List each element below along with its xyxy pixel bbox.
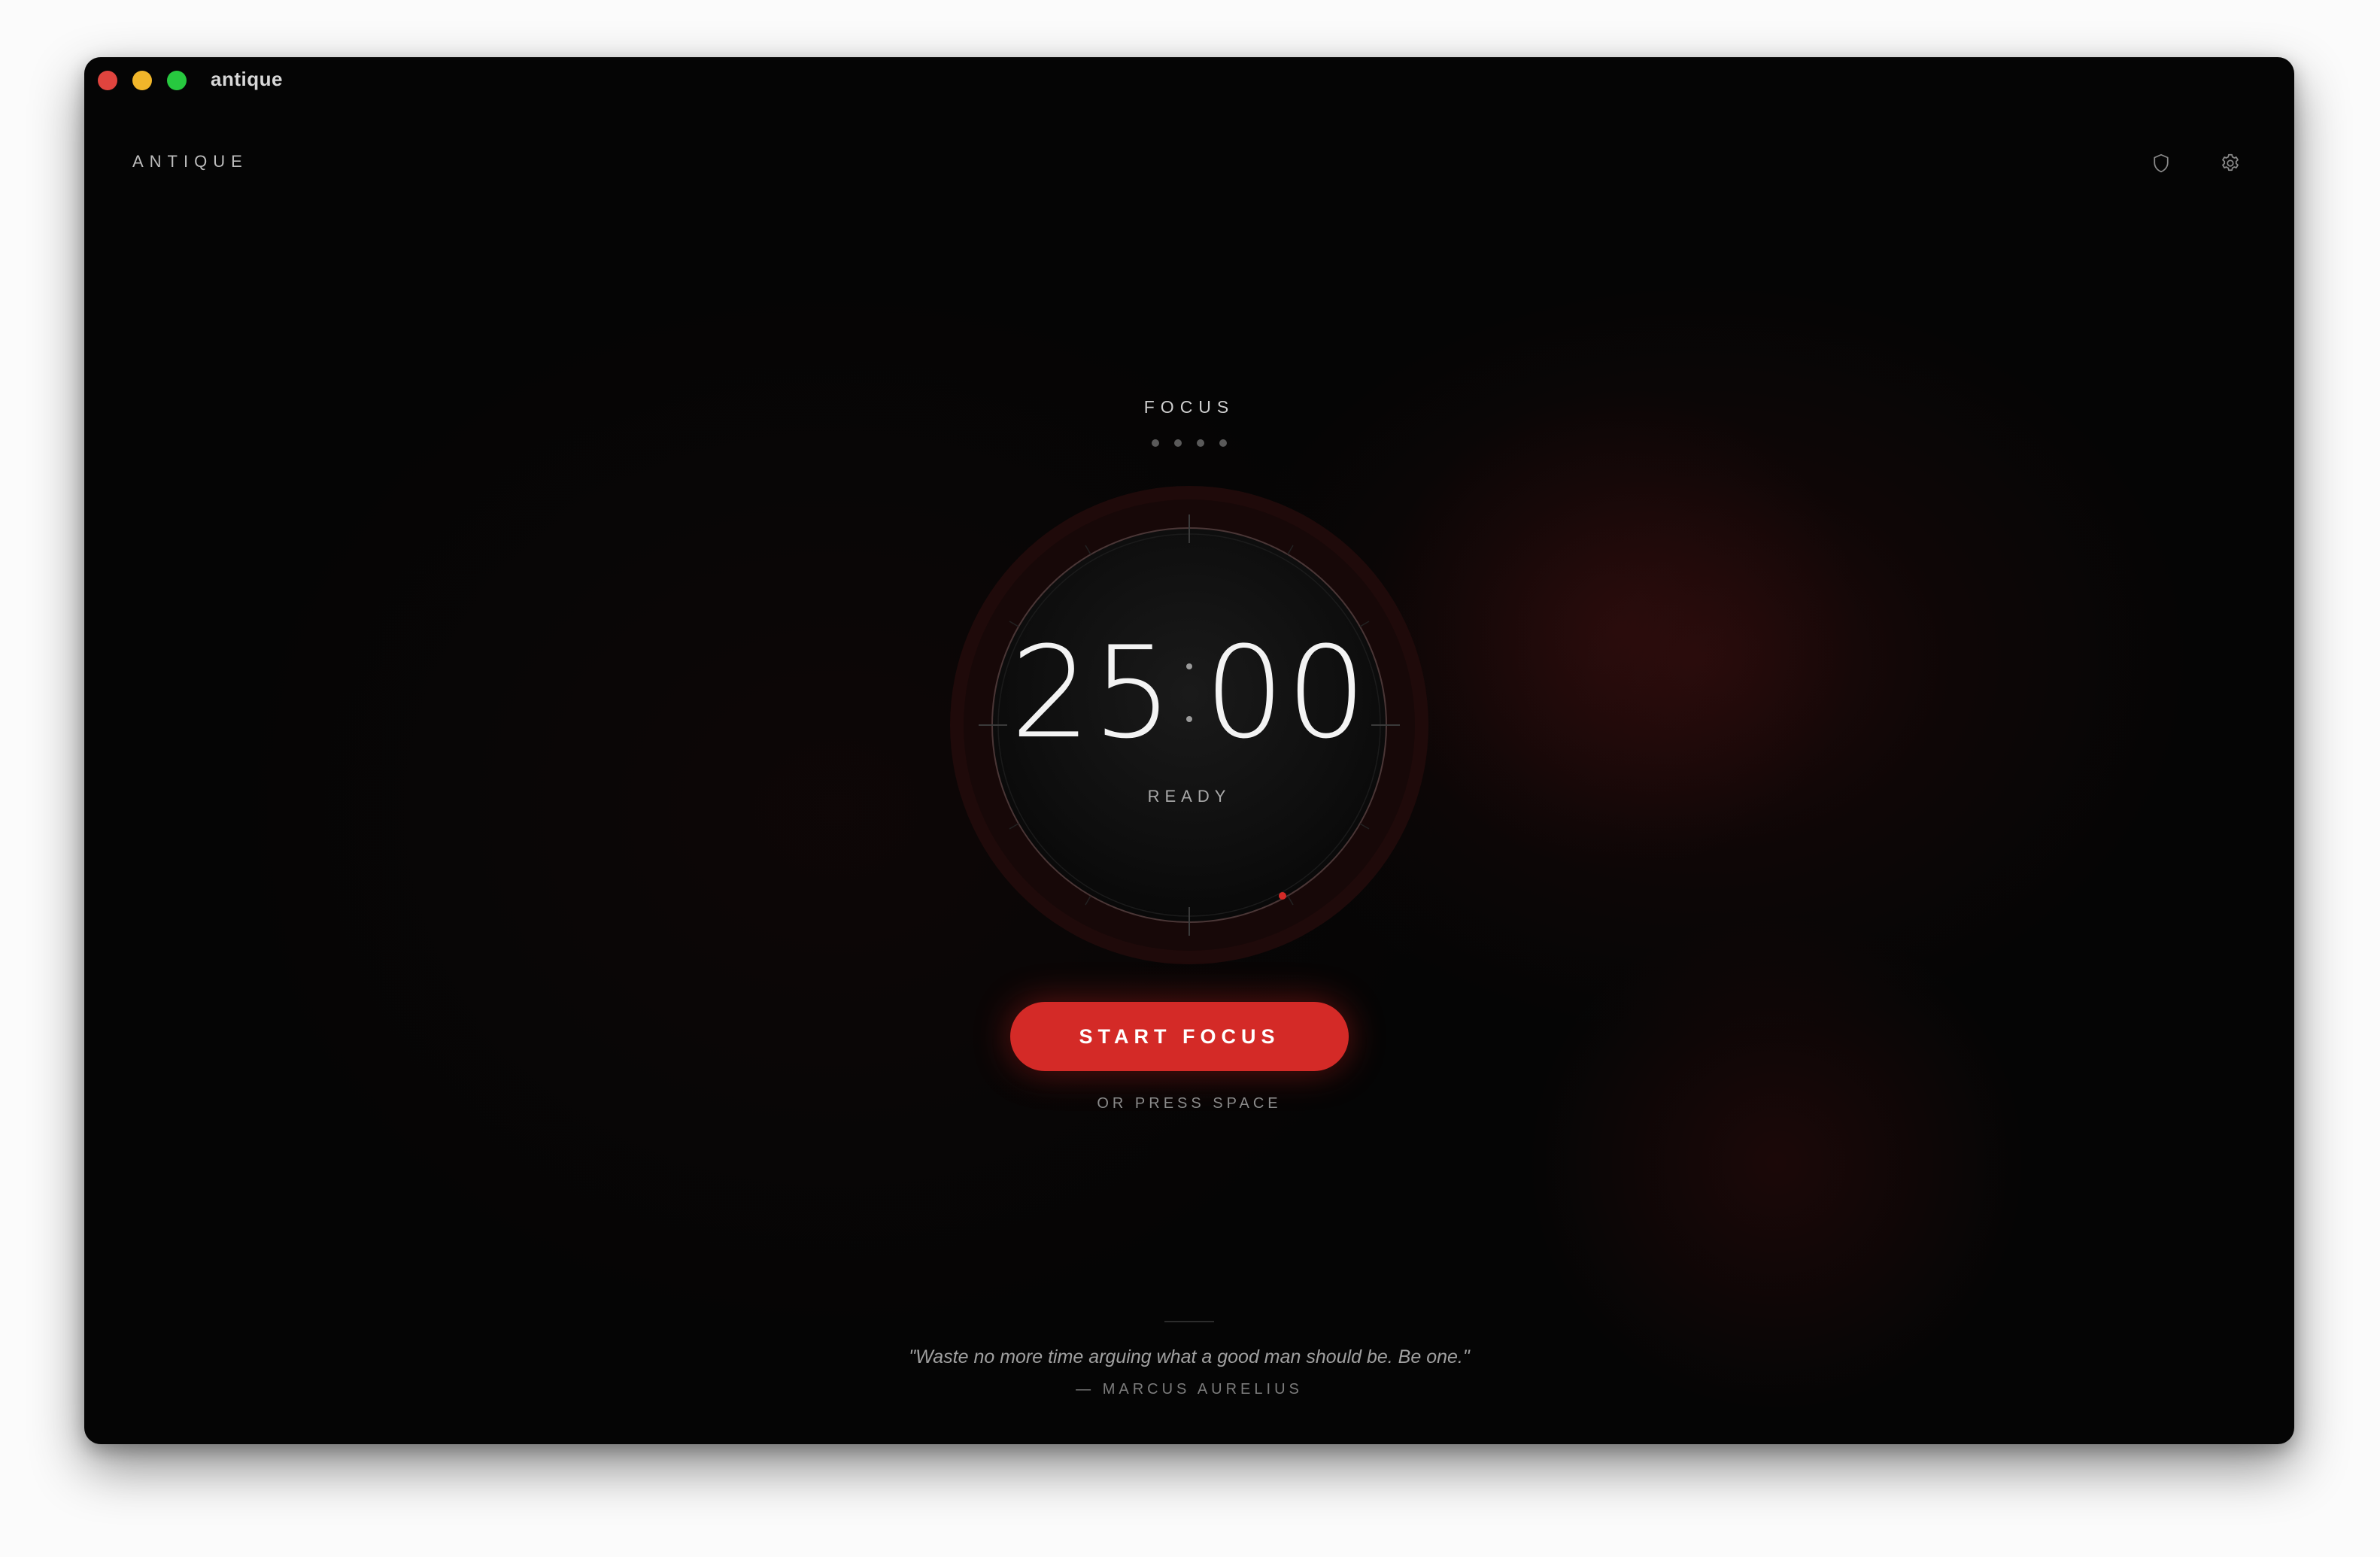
separator-dot (1186, 716, 1192, 722)
gear-icon[interactable] (2218, 150, 2243, 176)
start-focus-button[interactable]: START FOCUS (1010, 1002, 1349, 1071)
session-dot (1152, 439, 1159, 447)
title-bar: antique (84, 57, 2294, 105)
timer-seconds: 00 (1204, 619, 1368, 766)
quote-author: — MARCUS AURELIUS (1076, 1381, 1303, 1398)
session-indicator (84, 439, 2294, 447)
mode-label: FOCUS (1143, 397, 1235, 417)
timer-separator (1174, 629, 1204, 757)
progress-marker (1279, 892, 1286, 900)
window-close-button[interactable] (98, 71, 117, 90)
keyboard-hint: OR PRESS SPACE (1097, 1095, 1282, 1112)
session-dot (1197, 439, 1204, 447)
quote-divider (1164, 1321, 1214, 1322)
window-minimize-button[interactable] (132, 71, 152, 90)
background-glow (1378, 388, 1859, 870)
session-dot (1219, 439, 1227, 447)
timer-status: READY (1147, 787, 1231, 806)
timer-display: 25 00 (949, 629, 1430, 757)
timer-minutes: 25 (1010, 619, 1174, 766)
separator-dot (1186, 663, 1192, 669)
shield-icon[interactable] (2148, 150, 2174, 176)
app-window: antique ANTIQUE FOCUS 25 00 READY START … (84, 57, 2294, 1444)
brand-logo: ANTIQUE (132, 152, 248, 171)
session-dot (1174, 439, 1182, 447)
window-title: antique (211, 68, 283, 90)
window-maximize-button[interactable] (167, 71, 187, 90)
quote-text: "Waste no more time arguing what a good … (909, 1346, 1470, 1367)
background-glow (1528, 915, 2025, 1411)
